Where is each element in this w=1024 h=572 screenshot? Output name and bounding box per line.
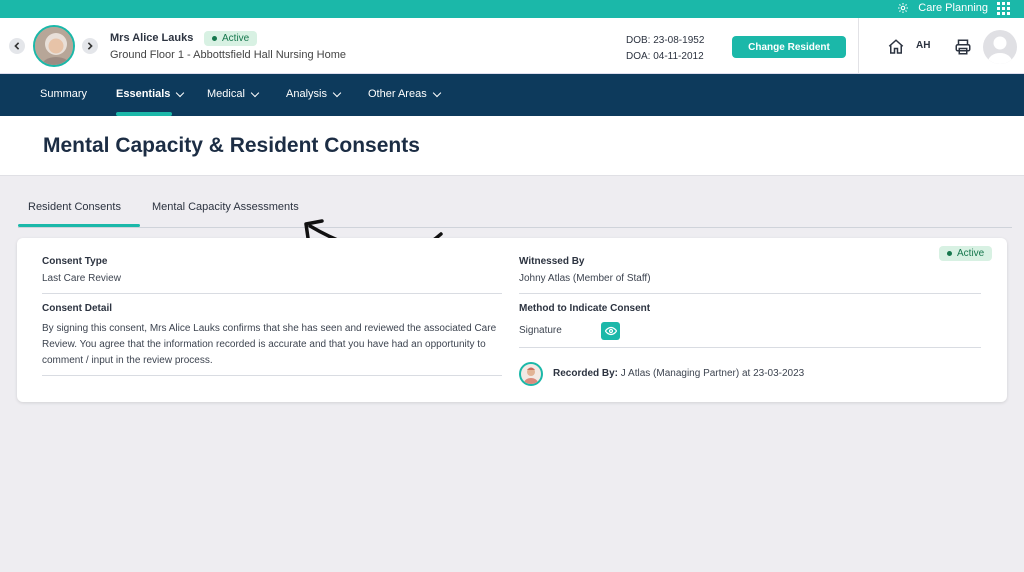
chevron-left-icon <box>14 42 20 50</box>
nav-item-label[interactable]: Medical <box>207 88 245 100</box>
change-resident-button[interactable]: Change Resident <box>732 36 846 58</box>
consent-status-badge: Active <box>939 246 993 261</box>
nav-item-other-areas[interactable]: Other Areas <box>368 88 441 100</box>
nav-item-essentials[interactable]: Essentials <box>116 88 185 100</box>
method-value: Signature <box>519 325 562 336</box>
method-label: Method to Indicate Consent <box>519 303 651 314</box>
view-signature-button[interactable] <box>601 322 620 340</box>
gear-icon[interactable] <box>897 2 909 14</box>
resident-location: Ground Floor 1 - Abbottsfield Hall Nursi… <box>110 49 346 61</box>
nav-item-medical[interactable]: Medical <box>207 88 260 100</box>
status-dot-icon <box>947 251 952 256</box>
chevron-right-icon <box>87 42 93 50</box>
chevron-down-icon <box>176 88 185 97</box>
nav-item-summary[interactable]: Summary <box>40 88 87 100</box>
resident-status-badge: Active <box>204 31 258 46</box>
page-title-band: Mental Capacity & Resident Consents <box>0 116 1024 176</box>
consent-card: Active Consent Type Last Care Review Con… <box>17 238 1007 402</box>
consent-detail-label: Consent Detail <box>42 303 113 314</box>
user-initials[interactable]: AH <box>916 40 930 51</box>
resident-name: Mrs Alice Lauks <box>110 32 194 44</box>
status-dot-icon <box>212 36 217 41</box>
print-icon[interactable] <box>954 38 972 61</box>
tab-resident-consents[interactable]: Resident Consents <box>28 201 121 213</box>
resident-avatar <box>33 25 75 67</box>
recorded-by: Recorded By: J Atlas (Managing Partner) … <box>553 368 804 379</box>
recorded-by-label: Recorded By: <box>553 368 619 379</box>
consent-status-label: Active <box>957 248 985 259</box>
tab-active-indicator <box>18 224 140 227</box>
page-title: Mental Capacity & Resident Consents <box>43 134 420 157</box>
consent-tabs: Resident Consents Mental Capacity Assess… <box>18 196 1012 228</box>
home-icon[interactable] <box>887 38 905 61</box>
divider <box>519 293 981 294</box>
consent-type-value: Last Care Review <box>42 273 121 284</box>
resident-status-label: Active <box>222 33 250 44</box>
header-divider <box>858 18 859 74</box>
consent-detail-value: By signing this consent, Mrs Alice Lauks… <box>42 323 497 366</box>
nav-item-label[interactable]: Analysis <box>286 88 327 100</box>
recorder-avatar <box>519 362 543 386</box>
divider <box>42 375 502 376</box>
nav-item-label[interactable]: Other Areas <box>368 88 427 100</box>
nav-item-label[interactable]: Summary <box>40 88 87 100</box>
nav-item-label[interactable]: Essentials <box>116 88 170 100</box>
resident-header: Mrs Alice Lauks Active Ground Floor 1 - … <box>0 18 1024 74</box>
user-avatar[interactable] <box>983 30 1017 64</box>
chevron-down-icon <box>250 88 260 97</box>
dob-text: DOB: 23-08-1952 <box>626 35 705 46</box>
recorded-by-value: J Atlas (Managing Partner) at 23-03-2023 <box>620 368 805 379</box>
next-resident-button[interactable] <box>82 38 98 54</box>
resident-dates: DOB: 23-08-1952 DOA: 04-11-2012 <box>626 33 704 65</box>
eye-icon <box>604 326 617 336</box>
care-planning-label[interactable]: Care Planning <box>918 2 988 14</box>
doa-text: DOA: 04-11-2012 <box>626 51 704 62</box>
care-planning-link[interactable]: Care Planning <box>897 2 988 14</box>
consent-type-label: Consent Type <box>42 256 108 267</box>
top-bar: Care Planning <box>0 0 1024 18</box>
witnessed-by-value: Johny Atlas (Member of Staff) <box>519 273 651 284</box>
chevron-down-icon <box>332 88 342 97</box>
previous-resident-button[interactable] <box>9 38 25 54</box>
main-navigation: Summary Essentials Medical Analysis Othe… <box>0 74 1024 116</box>
divider <box>42 293 502 294</box>
tab-mental-capacity-assessments[interactable]: Mental Capacity Assessments <box>152 201 299 213</box>
divider <box>519 347 981 348</box>
nav-item-analysis[interactable]: Analysis <box>286 88 342 100</box>
witnessed-by-label: Witnessed By <box>519 256 585 267</box>
apps-grid-icon[interactable] <box>997 2 1010 15</box>
chevron-down-icon <box>432 88 441 97</box>
